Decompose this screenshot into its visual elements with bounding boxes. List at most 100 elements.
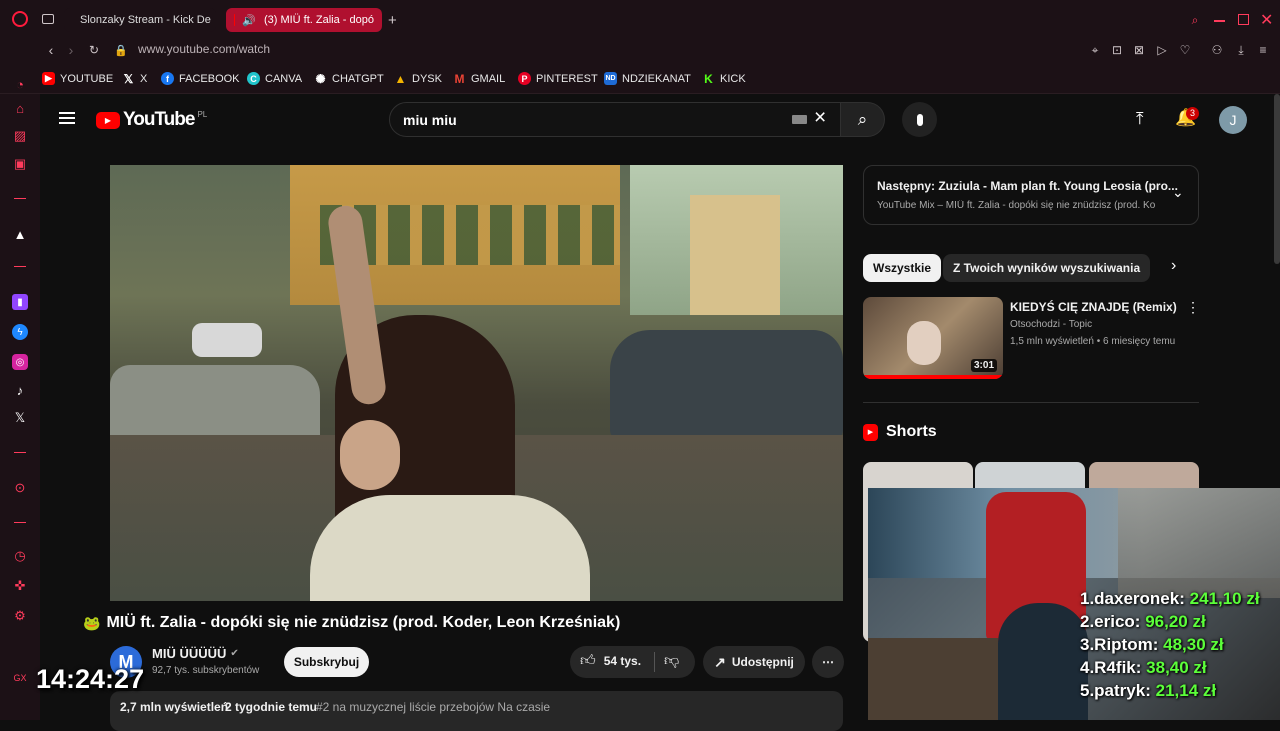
pin-icon[interactable]: ⌖ bbox=[1088, 43, 1102, 57]
tab-kick-stream[interactable]: Slonzaky Stream - Kick De bbox=[64, 8, 216, 32]
chip-scroll-right-icon[interactable]: › bbox=[1171, 257, 1176, 275]
voice-search-button[interactable] bbox=[902, 102, 937, 137]
leaderboard-entry: 4.R4fik: 38,40 zł bbox=[1080, 658, 1207, 678]
video-player[interactable] bbox=[110, 165, 843, 601]
opera-logo-icon[interactable] bbox=[12, 11, 28, 27]
bookmark-ndziekanat[interactable]: ND NDZIEKANAT bbox=[604, 72, 691, 85]
scrollbar[interactable] bbox=[1274, 94, 1280, 264]
webcam-shelf bbox=[1118, 488, 1280, 598]
up-next-panel[interactable]: Następny: Zuziula - Mam plan ft. Young L… bbox=[863, 165, 1199, 225]
thumbs-down-icon: 👎︎ bbox=[664, 652, 679, 669]
player-icon[interactable]: ▷ bbox=[1155, 43, 1169, 57]
x-icon[interactable]: 𝕏 bbox=[12, 410, 28, 426]
gaming-icon[interactable]: ▨ bbox=[12, 128, 28, 144]
settings-icon[interactable]: ⚙ bbox=[12, 608, 28, 624]
aria-ai-icon[interactable]: ▲ bbox=[12, 226, 28, 242]
twitch-icon[interactable]: ▮ bbox=[12, 294, 28, 310]
messenger-icon[interactable]: ϟ bbox=[12, 324, 28, 340]
url-field[interactable]: www.youtube.com/watch bbox=[138, 42, 270, 56]
bookmark-x[interactable]: 𝕏 X bbox=[122, 72, 147, 85]
description-box[interactable]: 2,7 mln wyświetleń 2 tygodnie temu #2 na… bbox=[110, 691, 843, 731]
search-tabs-icon[interactable]: ⌕ bbox=[1188, 13, 1202, 27]
clear-search-icon[interactable]: × bbox=[814, 106, 826, 130]
chevron-down-icon[interactable]: ⌄ bbox=[1172, 184, 1184, 201]
snapshot-icon[interactable]: ⊡ bbox=[1110, 43, 1124, 57]
bookmarks-bar: ▶ YOUTUBE 𝕏 X f FACEBOOK C CANVA ✺ CHATG… bbox=[0, 64, 1280, 94]
recommended-thumbnail[interactable]: 3:01 bbox=[863, 297, 1003, 379]
kick-icon: K bbox=[702, 72, 715, 85]
shorts-label: Shorts bbox=[886, 423, 937, 441]
instagram-icon[interactable]: ◎ bbox=[12, 354, 28, 370]
search-button[interactable]: ⌕ bbox=[841, 102, 885, 137]
bookmark-facebook[interactable]: f FACEBOOK bbox=[161, 72, 240, 85]
subscribe-button[interactable]: Subskrybuj bbox=[284, 647, 369, 677]
donor-name: 2.erico: bbox=[1080, 612, 1140, 631]
recommended-channel[interactable]: Otsochodzi - Topic bbox=[1010, 319, 1092, 330]
chip-from-search[interactable]: Z Twoich wyników wyszukiwania bbox=[943, 254, 1150, 282]
pinterest-icon: P bbox=[518, 72, 531, 85]
maximize-button[interactable] bbox=[1238, 14, 1249, 25]
share-icon: ↗ bbox=[714, 654, 726, 671]
tiktok-icon[interactable]: ♪ bbox=[12, 382, 28, 398]
upload-icon[interactable]: ⤒ bbox=[1136, 109, 1144, 129]
gx-icon[interactable]: GX bbox=[12, 670, 28, 686]
chatgpt-icon: ✺ bbox=[314, 72, 327, 85]
menu-icon[interactable]: ≡ bbox=[1256, 43, 1270, 57]
youtube-logo[interactable]: ▶ YouTube PL bbox=[96, 109, 207, 131]
bookmark-chatgpt[interactable]: ✺ CHATGPT bbox=[314, 72, 384, 85]
youtube-logo-text: YouTube bbox=[123, 109, 194, 131]
bookmark-kick[interactable]: K KICK bbox=[702, 72, 746, 85]
leaderboard-entry: 5.patryk: 21,14 zł bbox=[1080, 681, 1216, 701]
trending-tag[interactable]: #2 na muzycznej liście przebojów Na czas… bbox=[316, 700, 550, 714]
chip-all[interactable]: Wszystkie bbox=[863, 254, 941, 282]
history-icon[interactable]: ◷ bbox=[12, 548, 28, 564]
bookmark-label: NDZIEKANAT bbox=[622, 73, 691, 85]
minimize-button[interactable] bbox=[1214, 20, 1225, 22]
download-icon[interactable]: ⤓ bbox=[1234, 43, 1248, 57]
shorts-header: ▶ Shorts bbox=[863, 423, 937, 441]
bookmark-canva[interactable]: C CANVA bbox=[247, 72, 302, 85]
speaker-icon[interactable]: 🔊 bbox=[242, 14, 256, 27]
youtube-play-icon: ▶ bbox=[96, 112, 120, 129]
aria-icon[interactable]: ⌂ bbox=[12, 100, 28, 116]
back-icon[interactable]: ‹ bbox=[44, 43, 58, 57]
adblock-icon[interactable]: ⊠ bbox=[1132, 43, 1146, 57]
search-box[interactable]: miu miu × bbox=[389, 102, 841, 137]
more-actions-button[interactable]: ⋯ bbox=[812, 646, 844, 678]
reload-icon[interactable]: ↻ bbox=[87, 43, 101, 57]
donation-amount: 96,20 zł bbox=[1145, 612, 1206, 631]
recommended-more-icon[interactable]: ⋮ bbox=[1186, 299, 1200, 316]
thumbnail-figure bbox=[907, 321, 941, 365]
tab-switcher-icon[interactable] bbox=[42, 14, 54, 24]
bookmark-label: CHATGPT bbox=[332, 73, 384, 85]
bookmark-pinterest[interactable]: P PINTEREST bbox=[518, 72, 598, 85]
hamburger-menu-icon[interactable] bbox=[59, 112, 75, 124]
share-button[interactable]: ↗ Udostępnij bbox=[703, 646, 805, 678]
bookmark-gmail[interactable]: M GMAIL bbox=[453, 72, 505, 85]
search-input[interactable]: miu miu bbox=[403, 112, 457, 128]
donation-amount: 48,30 zł bbox=[1163, 635, 1224, 654]
recommended-title[interactable]: KIEDYŚ CIĘ ZNAJDĘ (Remix) bbox=[1010, 300, 1177, 314]
gx-corner-icon[interactable]: ▣ bbox=[12, 156, 28, 172]
drive-icon: ▲ bbox=[394, 72, 407, 85]
heart-icon[interactable]: ♡ bbox=[1178, 43, 1192, 57]
extensions-icon[interactable]: ✜ bbox=[12, 578, 28, 594]
bookmark-dysk[interactable]: ▲ DYSK bbox=[394, 72, 442, 85]
keyboard-icon[interactable] bbox=[792, 115, 807, 124]
up-next-title: Następny: Zuziula - Mam plan ft. Young L… bbox=[877, 179, 1178, 193]
tab-youtube-video[interactable]: 🔊 (3) MIÜ ft. Zalia - dopó bbox=[226, 8, 382, 32]
profile-icon[interactable]: ⚇ bbox=[1210, 43, 1224, 57]
close-window-button[interactable]: ✕ bbox=[1260, 10, 1273, 30]
avatar[interactable]: J bbox=[1219, 106, 1247, 134]
facebook-icon: f bbox=[161, 72, 174, 85]
channel-name[interactable]: MIÜ ÜÜÜÜÜ ✔ bbox=[152, 646, 239, 661]
bookmark-label: DYSK bbox=[412, 73, 442, 85]
dislike-button[interactable]: 👎︎ bbox=[664, 652, 679, 670]
player-icon[interactable]: ⊙ bbox=[12, 480, 28, 496]
video-building bbox=[690, 195, 780, 315]
bookmark-youtube[interactable]: ▶ YOUTUBE bbox=[42, 72, 113, 85]
new-tab-button[interactable]: + bbox=[388, 12, 397, 29]
forward-icon[interactable]: › bbox=[64, 43, 78, 57]
speed-dial-icon[interactable]: ◔ bbox=[12, 76, 28, 92]
like-button[interactable]: 👍︎ 54 tys. bbox=[580, 652, 641, 670]
